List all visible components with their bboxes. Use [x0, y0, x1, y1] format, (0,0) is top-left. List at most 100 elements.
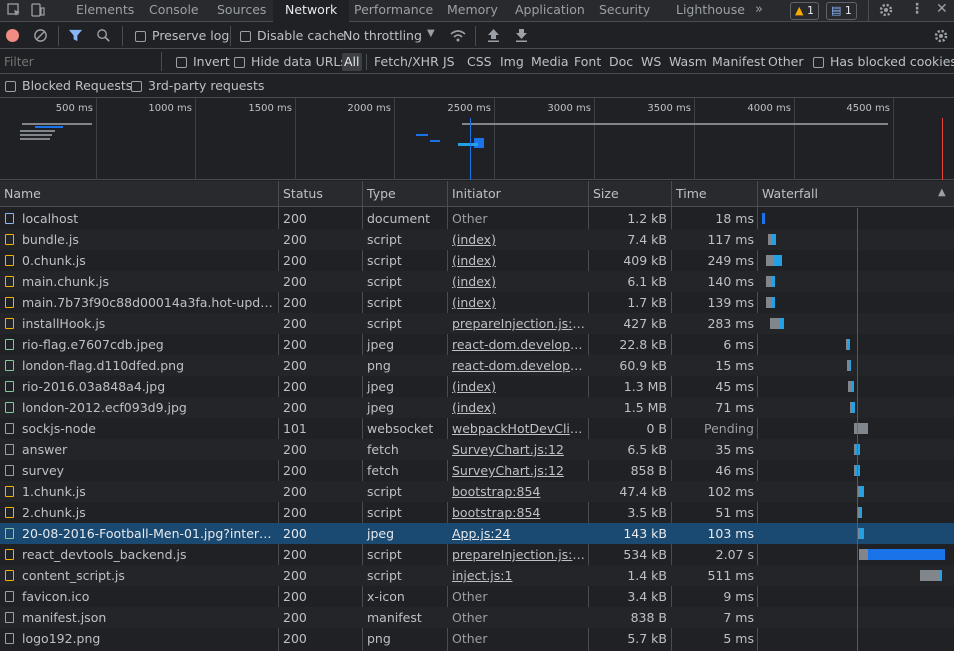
request-initiator[interactable]: bootstrap:854	[448, 502, 588, 523]
network-conditions-icon[interactable]	[449, 28, 467, 43]
table-row[interactable]: 1.chunk.js 200 script bootstrap:854 47.4 kB 1…	[0, 481, 954, 502]
messages-badge[interactable]: ▤ 1	[826, 2, 857, 20]
request-initiator[interactable]: App.js:24	[448, 523, 588, 544]
column-header-status[interactable]: Status	[279, 181, 363, 207]
request-initiator[interactable]: bootstrap:854	[448, 481, 588, 502]
table-row[interactable]: answer 200 fetch SurveyChart.js:12 6.5 kB 35 …	[0, 439, 954, 460]
request-status: 200	[283, 526, 307, 541]
table-row[interactable]: survey 200 fetch SurveyChart.js:12 858 B 46 m…	[0, 460, 954, 481]
tab-console[interactable]: Console	[137, 0, 211, 22]
more-options-icon[interactable]: ⋮	[910, 1, 924, 17]
request-initiator[interactable]: (index)	[448, 292, 588, 313]
table-row[interactable]: bundle.js 200 script (index) 7.4 kB 117 ms	[0, 229, 954, 250]
filter-type-media[interactable]: Media	[529, 53, 571, 71]
overview-timeline[interactable]: 500 ms 1000 ms 1500 ms 2000 ms 2500 ms 3000 m…	[0, 98, 954, 180]
request-initiator[interactable]: inject.js:1	[448, 565, 588, 586]
request-initiator[interactable]: SurveyChart.js:12	[448, 460, 588, 481]
table-row[interactable]: sockjs-node 101 websocket webpackHotDevClie…	[0, 418, 954, 439]
table-row[interactable]: london-2012.ecf093d9.jpg 200 jpeg (index) 1.…	[0, 397, 954, 418]
request-initiator[interactable]: (index)	[448, 376, 588, 397]
table-row[interactable]: favicon.ico 200 x-icon Other 3.4 kB 9 ms	[0, 586, 954, 607]
table-row[interactable]: react_devtools_backend.js 200 script prepar…	[0, 544, 954, 565]
timeline-tick-label: 1000 ms	[148, 103, 192, 114]
table-row[interactable]: main.chunk.js 200 script (index) 6.1 kB 140 m…	[0, 271, 954, 292]
tab-security[interactable]: Security	[587, 0, 662, 22]
tab-sources[interactable]: Sources	[205, 0, 278, 22]
preserve-log-checkbox[interactable]	[135, 31, 146, 42]
close-devtools-icon[interactable]: ✕	[936, 1, 948, 17]
warnings-badge[interactable]: ▲ 1	[790, 2, 819, 20]
tab-application[interactable]: Application	[503, 0, 597, 22]
request-initiator[interactable]: (index)	[448, 397, 588, 418]
request-initiator[interactable]: prepareInjection.js:525	[448, 313, 588, 334]
table-row[interactable]: localhost 200 document Other 1.2 kB 18 ms	[0, 208, 954, 229]
request-initiator[interactable]: SurveyChart.js:12	[448, 439, 588, 460]
table-row[interactable]: 0.chunk.js 200 script (index) 409 kB 249 ms	[0, 250, 954, 271]
column-header-initiator[interactable]: Initiator	[448, 181, 589, 207]
import-har-icon[interactable]	[487, 28, 500, 43]
table-row[interactable]: rio-2016.03a848a4.jpg 200 jpeg (index) 1.3 M…	[0, 376, 954, 397]
chevron-down-icon: ▼	[427, 28, 435, 39]
tab-memory[interactable]: Memory	[435, 0, 510, 22]
divider	[122, 26, 123, 46]
column-header-type[interactable]: Type	[363, 181, 448, 207]
table-row[interactable]: main.7b73f90c88d00014a3fa.hot-update.js 2…	[0, 292, 954, 313]
tab-network[interactable]: Network	[273, 0, 350, 22]
table-row[interactable]: content_script.js 200 script inject.js:1 1.4…	[0, 565, 954, 586]
network-settings-gear-icon[interactable]	[933, 28, 949, 44]
tab-elements[interactable]: Elements	[64, 0, 146, 22]
column-header-name[interactable]: Name	[0, 181, 279, 207]
device-toolbar-icon[interactable]	[30, 2, 46, 18]
filter-type-css[interactable]: CSS	[465, 53, 494, 71]
table-row[interactable]: london-flag.d110dfed.png 200 png react-dom.…	[0, 355, 954, 376]
clear-icon[interactable]	[33, 28, 48, 43]
search-icon[interactable]	[96, 28, 111, 43]
table-row[interactable]: 2.chunk.js 200 script bootstrap:854 3.5 kB 51…	[0, 502, 954, 523]
more-tabs-button[interactable]: »	[755, 2, 763, 17]
record-icon[interactable]	[6, 29, 19, 42]
tab-performance[interactable]: Performance	[342, 0, 445, 22]
filter-icon[interactable]	[68, 28, 83, 43]
table-row[interactable]: manifest.json 200 manifest Other 838 B 7 ms	[0, 607, 954, 628]
filter-input[interactable]	[0, 52, 162, 71]
filter-type-all[interactable]: All	[342, 53, 362, 71]
table-row[interactable]: logo192.png 200 png Other 5.7 kB 5 ms	[0, 628, 954, 649]
column-header-size[interactable]: Size	[589, 181, 672, 207]
request-initiator[interactable]: react-dom.developme…	[448, 334, 588, 355]
filter-type-fetch-xhr[interactable]: Fetch/XHR	[372, 53, 441, 71]
table-row[interactable]: installHook.js 200 script prepareInjection.…	[0, 313, 954, 334]
tab-lighthouse[interactable]: Lighthouse	[664, 0, 757, 22]
waterfall-download-bar	[851, 381, 854, 392]
sort-ascending-icon[interactable]: ▲	[938, 187, 946, 198]
inspect-element-icon[interactable]	[6, 2, 22, 18]
hide-data-urls-checkbox[interactable]	[234, 57, 245, 68]
column-header-time[interactable]: Time	[672, 181, 758, 207]
filter-type-wasm[interactable]: Wasm	[667, 53, 709, 71]
filter-type-js[interactable]: JS	[441, 53, 457, 71]
filter-type-manifest[interactable]: Manifest	[710, 53, 767, 71]
filter-type-ws[interactable]: WS	[639, 53, 663, 71]
filter-type-img[interactable]: Img	[498, 53, 526, 71]
throttling-select[interactable]: No throttling	[343, 28, 422, 43]
has-blocked-cookies-checkbox[interactable]	[813, 57, 824, 68]
request-time: 71 ms	[715, 400, 754, 415]
request-initiator[interactable]: (index)	[448, 271, 588, 292]
request-initiator[interactable]: (index)	[448, 250, 588, 271]
blocked-requests-checkbox[interactable]	[5, 81, 16, 92]
column-header-waterfall[interactable]: Waterfall	[758, 181, 954, 207]
disable-cache-checkbox[interactable]	[240, 31, 251, 42]
export-har-icon[interactable]	[515, 28, 528, 43]
request-time: 51 ms	[715, 505, 754, 520]
request-initiator[interactable]: (index)	[448, 229, 588, 250]
invert-checkbox[interactable]	[176, 57, 187, 68]
table-row[interactable]: 20-08-2016-Football-Men-01.jpg?interpola…	[0, 523, 954, 544]
filter-type-font[interactable]: Font	[572, 53, 603, 71]
request-initiator[interactable]: prepareInjection.js:525	[448, 544, 588, 565]
table-row[interactable]: rio-flag.e7607cdb.jpeg 200 jpeg react-dom.d…	[0, 334, 954, 355]
request-initiator[interactable]: webpackHotDevClien…	[448, 418, 588, 439]
filter-type-doc[interactable]: Doc	[607, 53, 635, 71]
third-party-checkbox[interactable]	[131, 81, 142, 92]
request-initiator[interactable]: react-dom.developme…	[448, 355, 588, 376]
settings-gear-icon[interactable]	[878, 2, 894, 18]
filter-type-other[interactable]: Other	[766, 53, 806, 71]
